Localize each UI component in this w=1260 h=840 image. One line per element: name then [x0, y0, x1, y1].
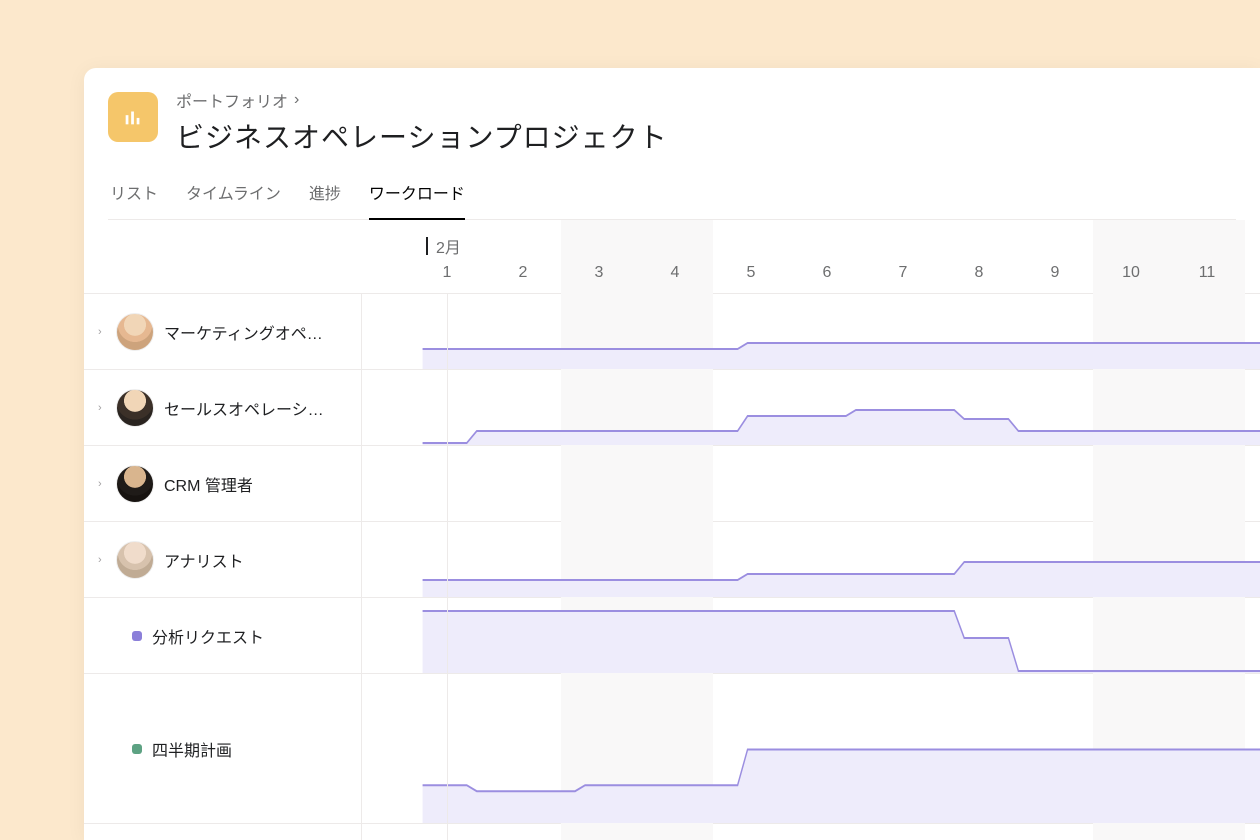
day-label: 4	[637, 264, 713, 282]
avatar	[116, 465, 154, 503]
month-text: 2月	[436, 234, 461, 258]
expand-chevron-icon[interactable]: ›	[98, 326, 106, 338]
page-title: ビジネスオペレーションプロジェクト	[176, 116, 668, 156]
avatar	[116, 541, 154, 579]
person-row[interactable]: › アナリスト	[84, 522, 361, 598]
grid-body: › マーケティングオペ… › セールスオペレーシ… › CRM 管理者 › アナリスト分析リク…	[84, 294, 1260, 840]
side-column: › マーケティングオペ… › セールスオペレーシ… › CRM 管理者 › アナリスト分析リク…	[84, 294, 362, 840]
project-row[interactable]: 分析リクエスト	[84, 598, 361, 674]
day-label: 11	[1169, 264, 1245, 282]
workload-area-chart	[362, 674, 1260, 823]
project-color-dot	[132, 631, 142, 641]
tab-list[interactable]: リスト	[110, 174, 158, 220]
row-label: CRM 管理者	[164, 472, 253, 496]
weekend-shade	[561, 220, 713, 294]
tab-timeline[interactable]: タイムライン	[186, 174, 281, 220]
timeline-header: 2月 123456789101112	[84, 220, 1260, 294]
row-label: セールスオペレーシ…	[164, 396, 324, 420]
row-label: マーケティングオペ…	[164, 320, 323, 344]
workload-area-chart	[362, 522, 1260, 597]
workload-track	[362, 370, 1260, 446]
weekend-shade	[1093, 220, 1245, 294]
app-window: ポートフォリオ › ビジネスオペレーションプロジェクト リスト タイムライン 進…	[84, 68, 1260, 840]
expand-chevron-icon[interactable]: ›	[98, 554, 106, 566]
workload-track	[362, 446, 1260, 522]
workload-track	[362, 294, 1260, 370]
breadcrumb-parent: ポートフォリオ	[176, 88, 288, 112]
avatar	[116, 389, 154, 427]
day-label: 1	[409, 264, 485, 282]
workload-track	[362, 598, 1260, 674]
day-label: 6	[789, 264, 865, 282]
row-label: 四半期計画	[152, 737, 232, 761]
day-label: 7	[865, 264, 941, 282]
day-row: 123456789101112	[409, 264, 1260, 294]
workload-track	[362, 522, 1260, 598]
avatar	[116, 313, 154, 351]
workload-area-chart	[362, 598, 1260, 673]
project-color-dot	[132, 744, 142, 754]
row-label: 分析リクエスト	[152, 624, 264, 648]
workload-area-chart	[362, 294, 1260, 369]
header: ポートフォリオ › ビジネスオペレーションプロジェクト リスト タイムライン 進…	[84, 68, 1260, 220]
day-label: 2	[485, 264, 561, 282]
workload-track	[362, 674, 1260, 824]
workload-track	[362, 824, 1260, 840]
weekend-shade	[561, 824, 713, 840]
weekend-shade	[1093, 824, 1245, 840]
row-label: アナリスト	[164, 548, 244, 572]
month-tick-icon	[426, 237, 428, 255]
expand-chevron-icon[interactable]: ›	[98, 478, 106, 490]
person-row[interactable]: ›PMO リーダー	[84, 824, 361, 840]
person-row[interactable]: › CRM 管理者	[84, 446, 361, 522]
portfolio-folder-icon	[108, 92, 158, 142]
person-row[interactable]: › セールスオペレーシ…	[84, 370, 361, 446]
day-label: 8	[941, 264, 1017, 282]
tab-workload[interactable]: ワークロード	[369, 174, 465, 220]
weekend-shade	[1093, 446, 1245, 522]
project-row[interactable]: 四半期計画	[84, 674, 361, 824]
day-label: 5	[713, 264, 789, 282]
chart-column	[362, 294, 1260, 840]
expand-chevron-icon[interactable]: ›	[98, 402, 106, 414]
day-label: 9	[1017, 264, 1093, 282]
chevron-right-icon: ›	[294, 91, 299, 109]
breadcrumb[interactable]: ポートフォリオ ›	[176, 88, 668, 112]
tabs: リスト タイムライン 進捗 ワークロード	[108, 174, 1236, 220]
day-label: 12	[1245, 264, 1260, 282]
day-label: 10	[1093, 264, 1169, 282]
workload-area-chart	[362, 370, 1260, 445]
person-row[interactable]: › マーケティングオペ…	[84, 294, 361, 370]
day-label: 3	[561, 264, 637, 282]
weekend-shade	[561, 446, 713, 522]
month-label: 2月	[426, 234, 461, 258]
tab-progress[interactable]: 進捗	[309, 174, 341, 220]
